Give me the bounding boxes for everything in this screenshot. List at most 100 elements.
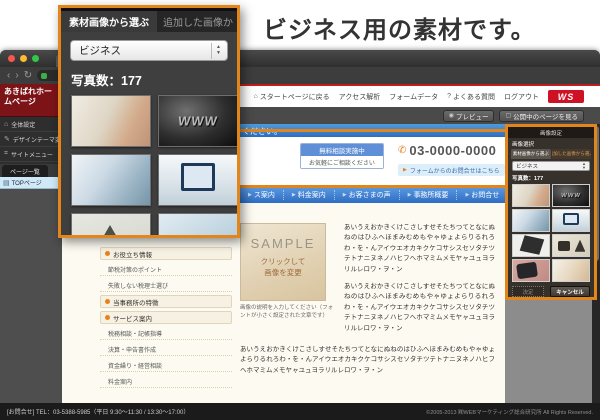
side-menu-link[interactable]: 失敗しない税理士選び xyxy=(100,279,232,292)
consultation-sub: お気軽にご相談ください xyxy=(301,156,383,168)
minimize-window-icon[interactable] xyxy=(20,55,27,62)
topnav-start-page[interactable]: ⌂ スタートページに戻る xyxy=(254,92,330,102)
site-nav-item[interactable]: ▶ 事務所概要 xyxy=(400,190,458,200)
thumbnail-www-3d-text[interactable]: WWW xyxy=(552,184,590,207)
thumbnail-laptop-typing[interactable] xyxy=(512,209,550,232)
site-nav-label: 事務所概要 xyxy=(413,190,448,200)
dummy-paragraph: あいうえおかきくけこさしすせそたちつてとなにぬねのはひふへほまみむめもやゃゆょよ… xyxy=(344,223,495,275)
sample-image-placeholder[interactable]: SAMPLE クリックして 画像を変更 xyxy=(240,223,326,301)
image-select-label: 画像選択 xyxy=(512,140,594,148)
panel-title: 画像設定 xyxy=(508,127,594,138)
money-shape xyxy=(575,240,586,252)
decide-button[interactable]: 決定 xyxy=(512,286,544,297)
monitor-shape xyxy=(563,213,579,225)
bullet-icon xyxy=(105,315,110,320)
category-value: ビジネス xyxy=(79,43,121,58)
view-published-button[interactable]: ▢ 公開中のページを見る xyxy=(499,110,584,122)
thumbnail-tablet-dark[interactable] xyxy=(512,259,550,282)
panel-tabs: 素材画像から選ぶ 追加した画像から選ぶ xyxy=(511,149,591,159)
www-photo-text: WWW xyxy=(561,193,582,199)
monitor-icon: ▢ xyxy=(505,112,511,119)
image-settings-panel: 画像設定 画像選択 素材画像から選ぶ 追加した画像から選ぶ ビジネス ▲ ▼ xyxy=(505,124,597,300)
side-menu-link[interactable]: 資金繰り・経営相談 xyxy=(100,359,232,372)
site-nav-item[interactable]: ▶ ス案内 xyxy=(240,190,284,200)
thumbnail-blue-office[interactable] xyxy=(158,213,238,238)
side-menu-label: 資金繰り・経営相談 xyxy=(108,361,162,370)
forward-icon[interactable]: › xyxy=(15,71,18,81)
arrow-icon: ▶ xyxy=(408,192,412,198)
side-menu-label: お役立ち情報 xyxy=(113,249,152,259)
panel-actions: 決定 キャンセル xyxy=(512,286,590,297)
side-menu-link[interactable]: 税務相談・記帳指導 xyxy=(100,327,232,340)
document-shape xyxy=(88,225,132,238)
tablet-shape xyxy=(516,262,538,279)
admin-sidebar: あきばれホームページ ⌂ 全体設定 ✎ デザインテーマ変更 ⌗ サイトメニュー … xyxy=(0,84,62,403)
camera-shape xyxy=(558,241,570,251)
pencil-icon: ✎ xyxy=(4,135,10,143)
copyright: ©2005-2013 ㈱WEBマーケティング総合研究所 All Rights R… xyxy=(426,408,593,416)
tab-material-images[interactable]: 素材画像から選ぶ xyxy=(511,149,551,159)
ssl-badge-icon xyxy=(41,73,47,79)
site-nav-item[interactable]: ▶ お問合せ xyxy=(457,190,508,200)
bottom-bar: [お問合せ] TEL：03-5388-5985（平日 9:30～11:30 / … xyxy=(0,403,600,420)
thumbnail-desktop-monitor[interactable] xyxy=(552,209,590,232)
site-nav-item[interactable]: ▶ お客さまの声 xyxy=(335,190,400,200)
stepper-icon: ▲ ▼ xyxy=(211,43,225,59)
image-caption: 画像の説明を入力してください（フォントが小さく設定された文章です） xyxy=(240,304,336,321)
topnav-logout[interactable]: ログアウト xyxy=(504,92,539,102)
topnav-access-analytics[interactable]: アクセス解析 xyxy=(339,92,381,102)
thumbnail-www-3d-text[interactable]: WWW xyxy=(158,95,238,147)
side-menu-header[interactable]: サービス案内 xyxy=(100,311,232,324)
thumbnail-pen-writing[interactable] xyxy=(552,259,590,282)
site-nav-label: 料金案内 xyxy=(298,190,326,200)
www-photo-text: WWW xyxy=(177,114,219,129)
thumbnail-keyboard-hands[interactable] xyxy=(71,95,151,147)
reload-icon[interactable]: ↻ xyxy=(24,71,32,81)
phone-number: 03-0000-0000 xyxy=(409,143,496,158)
preview-icon: ◉ xyxy=(449,112,454,119)
monitor-shape xyxy=(181,163,215,191)
tab-material-images[interactable]: 素材画像から選ぶ xyxy=(61,11,157,32)
sample-word: SAMPLE xyxy=(251,236,316,251)
preview-button[interactable]: ◉ プレビュー xyxy=(443,110,495,122)
topnav-label: ログアウト xyxy=(504,92,539,102)
topnav-faq[interactable]: ? よくある質問 xyxy=(447,92,495,102)
side-menu-link[interactable]: 節税対策のポイント xyxy=(100,263,232,276)
notebook-shape xyxy=(520,235,544,254)
sidebar-item-label: デザインテーマ変更 xyxy=(13,135,62,144)
stepper-down-icon: ▼ xyxy=(216,51,221,57)
tab-uploaded-images[interactable]: 追加した画像か xyxy=(157,11,237,32)
site-nav-label: お客さまの声 xyxy=(349,190,391,200)
maximize-window-icon[interactable] xyxy=(32,55,39,62)
site-nav-item[interactable]: ▶ 料金案内 xyxy=(284,190,335,200)
side-menu-link[interactable]: 料金案内 xyxy=(100,375,232,388)
sidebar-item-global-settings[interactable]: ⌂ 全体設定 xyxy=(0,117,62,132)
thumbnail-keyboard-hands[interactable] xyxy=(512,184,550,207)
sidebar-item-design-theme[interactable]: ✎ デザインテーマ変更 xyxy=(0,132,62,147)
contact-form-link[interactable]: ▶ フォームからのお問合せはこちら xyxy=(398,164,505,176)
side-menu-label: 当事務所の特徴 xyxy=(113,297,159,307)
back-icon[interactable]: ‹ xyxy=(7,71,10,81)
thumbnail-black-notebook[interactable] xyxy=(512,234,550,257)
topnav-form-data[interactable]: フォームデータ xyxy=(389,92,438,102)
thumbnail-desktop-monitor[interactable] xyxy=(158,154,238,206)
phone-icon: ✆ xyxy=(398,145,406,156)
category-select[interactable]: ビジネス ▲ ▼ xyxy=(512,161,590,171)
side-menu-header[interactable]: 当事務所の特徴 xyxy=(100,295,232,308)
side-menu-label: 料金案内 xyxy=(108,377,132,386)
tab-uploaded-images[interactable]: 追加した画像から選ぶ xyxy=(552,149,592,159)
side-menu-link[interactable]: 決算・申告書作成 xyxy=(100,343,232,356)
thumbnail-camera-money[interactable] xyxy=(552,234,590,257)
sidebar-item-site-menu[interactable]: ⌗ サイトメニュー xyxy=(0,147,62,162)
category-select[interactable]: ビジネス ▲ ▼ xyxy=(70,40,228,61)
side-menu-header[interactable]: お役立ち情報 xyxy=(100,247,232,260)
page-list: ▤ TOPページ xyxy=(0,177,62,403)
cancel-button[interactable]: キャンセル xyxy=(550,286,590,297)
home-icon: ⌂ xyxy=(4,121,8,128)
close-window-icon[interactable] xyxy=(8,55,15,62)
thumbnail-dark-document[interactable] xyxy=(71,213,151,238)
tab-page-list[interactable]: ページ一覧 xyxy=(2,165,48,177)
page-list-item-top[interactable]: ▤ TOPページ xyxy=(0,177,62,189)
thumbnail-laptop-typing[interactable] xyxy=(71,154,151,206)
screenshot-stage: ビジネス用の素材です。 ⌂ ホーム ‹ › ↻ あきばれホームページ ⌂ xyxy=(0,0,600,420)
